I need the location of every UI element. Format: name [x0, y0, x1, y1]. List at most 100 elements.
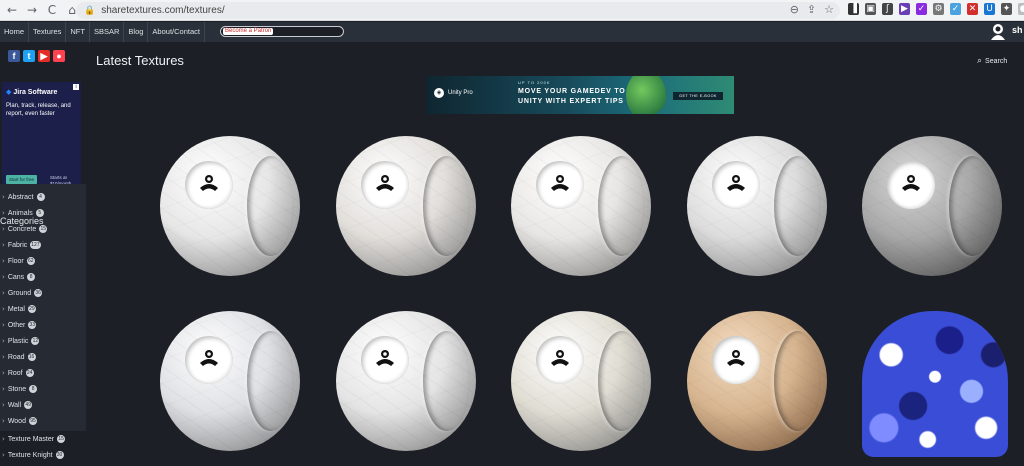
category-label: Abstract: [7, 193, 34, 201]
patreon-icon[interactable]: ●: [53, 50, 65, 62]
texture-preview-light-wood[interactable]: [511, 311, 651, 451]
nav-textures[interactable]: Textures: [29, 22, 67, 42]
category-item[interactable]: › Abstract 4: [2, 190, 45, 204]
ext-square-icon[interactable]: ▣: [865, 3, 876, 15]
address-bar[interactable]: 🔒 sharetextures.com/textures/ ⊖ ⇪ ☆: [76, 2, 840, 19]
facebook-icon[interactable]: f: [8, 50, 20, 62]
texture-preview-blue-camo[interactable]: [862, 311, 1008, 457]
category-item[interactable]: › Cans 8: [2, 270, 36, 284]
category-item[interactable]: › Metal 29: [2, 302, 36, 316]
category-item[interactable]: › Ground 36: [2, 286, 43, 300]
category-count-badge: 29: [27, 305, 36, 313]
texture-preview-grey-marble[interactable]: [687, 136, 827, 276]
category-count-badge: 5: [35, 209, 44, 217]
category-count-badge: 8: [29, 385, 38, 393]
texture-preview-light-marble[interactable]: [511, 136, 651, 276]
unity-icon: ◈: [434, 88, 444, 98]
texture-preview-cracked-tile[interactable]: [160, 311, 300, 451]
texture-preview-stone-tile[interactable]: [336, 311, 476, 451]
chevron-right-icon: ›: [2, 193, 5, 201]
category-count-badge: 15: [39, 225, 48, 233]
sidebar-ad[interactable]: i ◆ Jira Software Plan, track, release, …: [2, 82, 81, 194]
hand-logo-icon: [727, 350, 746, 367]
category-item[interactable]: › Concrete 15: [2, 222, 48, 236]
category-item[interactable]: › Texture Master 15: [2, 432, 66, 446]
ext-puzzle-icon[interactable]: ✦: [1001, 3, 1012, 15]
chevron-right-icon: ›: [2, 289, 5, 297]
category-item[interactable]: › Fabric 127: [2, 238, 41, 252]
sharetextures-logo-decal: [712, 161, 760, 209]
texture-preview-dark-concrete[interactable]: [862, 136, 1002, 276]
category-item[interactable]: › Roof 24: [2, 366, 34, 380]
ad-headline-line2: UNITY WITH EXPERT TIPS: [518, 98, 624, 105]
category-label: Cans: [7, 273, 25, 281]
category-count-badge: 24: [25, 369, 34, 377]
category-item[interactable]: › Wall 49: [2, 398, 33, 412]
ad-cta-button[interactable]: Start for free: [6, 175, 38, 184]
category-item[interactable]: › Plastic 12: [2, 334, 40, 348]
category-label: Animals: [7, 209, 33, 217]
user-name[interactable]: sh: [1012, 25, 1023, 35]
patreon-badge[interactable]: Become a Patron: [223, 28, 274, 35]
zoom-icon[interactable]: ⊖: [790, 3, 799, 16]
ext-u-icon[interactable]: U: [984, 3, 995, 15]
ext-check-icon[interactable]: ✓: [950, 3, 961, 15]
reload-icon[interactable]: C: [44, 2, 60, 18]
hand-logo-icon: [551, 350, 570, 367]
lock-icon: 🔒: [84, 5, 96, 16]
hand-logo-icon: [551, 175, 570, 192]
chevron-right-icon: ›: [2, 273, 5, 281]
category-item[interactable]: › Wood 95: [2, 414, 37, 428]
unity-ad-banner[interactable]: ◈ Unity Pro UP TO 200K MOVE YOUR GAMEDEV…: [426, 76, 734, 114]
nav-home[interactable]: Home: [0, 22, 30, 42]
patreon-pill[interactable]: Become a Patron: [220, 26, 344, 37]
ad-copy: Plan, track, release, and report, even f…: [6, 103, 71, 117]
sharetextures-logo-decal: [185, 336, 233, 384]
sharetextures-logo-decal: [361, 336, 409, 384]
ext-bookmark-icon[interactable]: ▐: [848, 3, 859, 15]
texture-preview-tan-marble[interactable]: [687, 311, 827, 451]
category-item[interactable]: › Other 33: [2, 318, 37, 332]
back-icon[interactable]: ←: [4, 2, 20, 18]
category-count-badge: 95: [28, 417, 37, 425]
category-count-badge: 49: [24, 401, 33, 409]
star-icon[interactable]: ☆: [824, 3, 834, 16]
category-item[interactable]: › Floor 62: [2, 254, 35, 268]
texture-preview-white-plaster[interactable]: [160, 136, 300, 276]
twitter-icon[interactable]: t: [23, 50, 35, 62]
category-item[interactable]: › Animals 5: [2, 206, 44, 220]
forward-icon[interactable]: →: [24, 2, 40, 18]
page-title: Latest Textures: [96, 53, 184, 68]
category-item[interactable]: › Road 16: [2, 350, 36, 364]
ad-choices-icon[interactable]: i: [73, 84, 79, 90]
category-label: Ground: [7, 289, 32, 297]
sharetextures-logo-decal: [887, 161, 935, 209]
nav-nft[interactable]: NFT: [66, 22, 90, 42]
ext-close-icon[interactable]: ✕: [967, 3, 978, 15]
ext-gear-icon[interactable]: ⚙: [933, 3, 944, 15]
nav-about-contact[interactable]: About/Contact: [148, 22, 205, 42]
category-label: Plastic: [7, 337, 29, 345]
category-label: Roof: [7, 369, 23, 377]
ad-headline-line1: MOVE YOUR GAMEDEV TO: [518, 88, 626, 95]
unity-logo-text: Unity Pro: [448, 90, 473, 96]
ad-ebook-button[interactable]: GET THE E-BOOK: [673, 92, 723, 100]
search-button[interactable]: ⌕ Search: [977, 56, 1007, 66]
chevron-right-icon: ›: [2, 369, 5, 377]
nav-blog[interactable]: Blog: [124, 22, 149, 42]
share-icon[interactable]: ⇪: [807, 3, 816, 16]
category-label: Texture Master: [7, 435, 55, 443]
category-item[interactable]: › Stone 8: [2, 382, 38, 396]
sharetextures-logo-decal: [185, 161, 233, 209]
ext-checkmark-icon[interactable]: ✓: [916, 3, 927, 15]
category-label: Wall: [7, 401, 22, 409]
category-item[interactable]: › Texture Knight 30: [2, 448, 64, 462]
ext-profile-icon[interactable]: ●: [1018, 3, 1024, 15]
nav-sbsar[interactable]: SBSAR: [90, 22, 125, 42]
ext-play-icon[interactable]: ▶: [899, 3, 910, 15]
user-avatar-icon[interactable]: [988, 22, 1008, 42]
texture-preview-white-marble[interactable]: [336, 136, 476, 276]
ext-script-icon[interactable]: ʃ: [882, 3, 893, 15]
youtube-icon[interactable]: ▶: [38, 50, 50, 62]
category-label: Wood: [7, 417, 26, 425]
